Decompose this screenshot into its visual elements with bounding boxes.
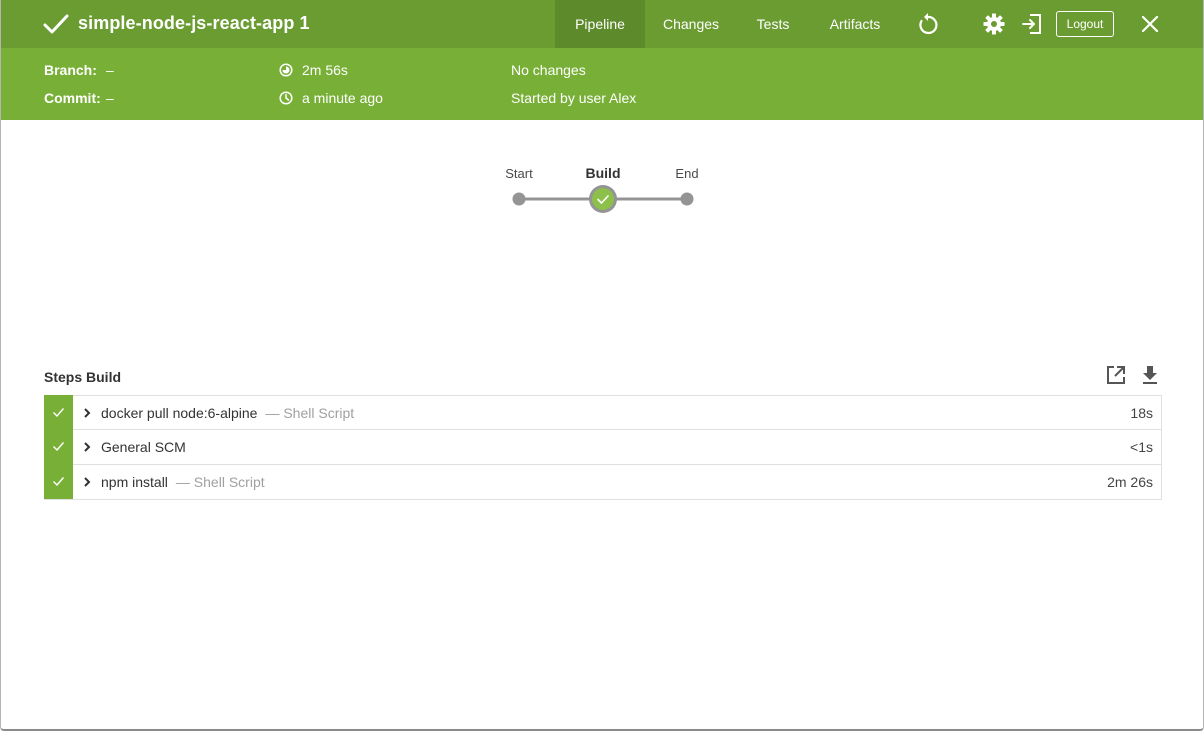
step-row[interactable]: General SCM <1s [44,429,1162,465]
exit-icon[interactable] [1020,12,1044,36]
run-title: simple-node-js-react-app 1 [78,13,310,33]
started-time: a minute ago [302,90,383,106]
stage-label-build[interactable]: Build [586,165,621,181]
logout-button[interactable]: Logout [1056,11,1114,37]
run-info-bar: Branch: – Commit: – 2m 56s a minute ago … [1,48,1203,120]
branch-value: – [106,62,114,78]
step-duration: 18s [1130,405,1153,421]
stage-node-build[interactable] [592,188,614,210]
step-row[interactable]: npm install — Shell Script 2m 26s [44,464,1162,500]
top-bar: simple-node-js-react-app 1 Pipeline Chan… [1,0,1203,48]
step-title: docker pull node:6-alpine [101,405,258,421]
steps-list: docker pull node:6-alpine — Shell Script … [44,395,1162,500]
check-icon [53,442,65,452]
gear-icon[interactable] [982,12,1006,36]
check-icon [53,408,65,418]
replay-icon[interactable] [916,12,940,36]
chevron-right-icon[interactable] [83,476,91,488]
started-by: Started by user Alex [511,90,637,106]
chevron-right-icon[interactable] [83,441,91,453]
step-status-success [44,429,73,464]
tab-artifacts[interactable]: Artifacts [819,0,891,48]
stage-label-start: Start [505,166,533,181]
clock-icon [279,91,293,105]
commit-value: – [106,90,114,106]
step-title: npm install [101,474,168,490]
commit-label: Commit: [44,90,101,106]
step-duration: <1s [1130,439,1153,455]
step-name: General SCM [101,439,186,455]
chevron-right-icon[interactable] [83,407,91,419]
check-icon [43,14,69,34]
steps-heading: Steps Build [44,369,122,385]
pipeline-run-window: simple-node-js-react-app 1 Pipeline Chan… [0,0,1204,731]
tab-changes[interactable]: Changes [653,0,729,48]
step-duration: 2m 26s [1107,474,1153,490]
branch-label: Branch: [44,62,97,78]
tab-tests[interactable]: Tests [745,0,801,48]
duration-icon [279,63,293,77]
open-in-new-window-icon[interactable] [1105,364,1127,386]
step-type: — Shell Script [175,474,265,490]
stage-node-end[interactable] [680,192,694,206]
step-row[interactable]: docker pull node:6-alpine — Shell Script … [44,395,1162,430]
download-icon[interactable] [1139,364,1161,386]
close-icon[interactable] [1138,12,1162,36]
check-icon [53,477,65,487]
step-status-success [44,395,73,430]
step-name: docker pull node:6-alpine — Shell Script [101,405,354,421]
stage-node-start[interactable] [512,192,526,206]
step-name: npm install — Shell Script [101,474,265,490]
pipeline-graph: Start Build End [491,160,721,230]
step-title: General SCM [101,439,186,455]
tab-pipeline[interactable]: Pipeline [555,0,645,48]
changes-summary: No changes [511,62,586,78]
step-type: — Shell Script [265,405,355,421]
duration-value: 2m 56s [302,62,348,78]
stage-label-end: End [675,166,699,181]
step-status-success [44,464,73,499]
